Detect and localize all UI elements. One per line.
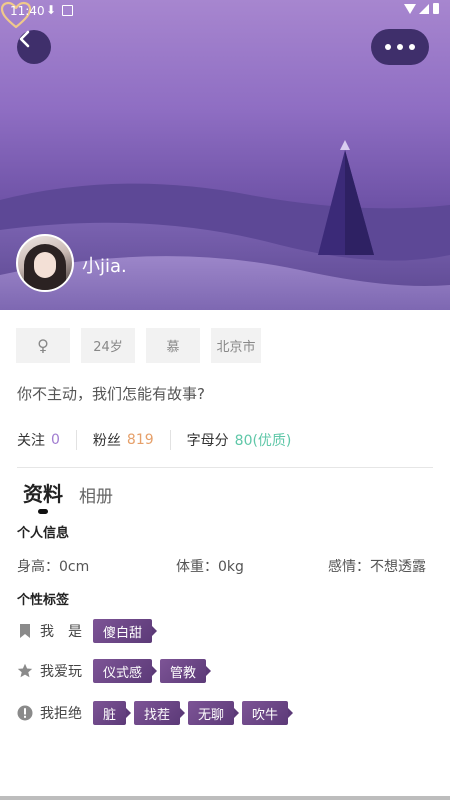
tag-row-i-am: 我 是 傻白甜 [17, 619, 160, 643]
personality-tag: 傻白甜 [93, 619, 158, 643]
tree-illustration [318, 140, 374, 255]
wifi-icon [404, 4, 416, 14]
bottom-edge [0, 796, 450, 800]
gender-chip: ♀ [16, 328, 70, 363]
signal-icon [419, 4, 429, 14]
personality-tag: 仪式感 [93, 659, 158, 683]
relationship-value: 感情：不想透露 [328, 559, 426, 575]
score-value: 80(优质) [234, 433, 292, 449]
notification-icon [62, 5, 73, 16]
back-button[interactable] [17, 30, 51, 64]
follow-label: 关注 [17, 433, 45, 449]
profile-bio: 你不主动，我们怎能有故事? [17, 385, 205, 403]
more-dot-icon [409, 44, 415, 50]
fans-stat[interactable]: 粉丝 819 [93, 430, 154, 450]
tag-row-i-like: 我爱玩 仪式感 管教 [17, 659, 214, 683]
personality-tag: 管教 [160, 659, 212, 683]
basic-info-chips: ♀ 24岁 慕 北京市 [16, 328, 261, 363]
username: 小jia. [82, 256, 127, 277]
score-label: 字母分 [186, 433, 229, 449]
tag-row-i-refuse: 我拒绝 脏 找茬 无聊 吹牛 [17, 701, 296, 725]
stats-bar: 关注 0 粉丝 819 字母分 80(优质) [17, 430, 291, 450]
bookmark-icon [17, 623, 33, 639]
zodiac-chip: 慕 [146, 328, 200, 363]
status-bar: 11:40 ⬇ [0, 0, 450, 22]
personality-tag: 脏 [93, 701, 132, 725]
tab-indicator [38, 509, 48, 514]
section-divider [17, 467, 433, 468]
back-arrow-icon [19, 30, 30, 48]
personality-tag: 无聊 [188, 701, 240, 725]
more-options-button[interactable] [371, 29, 429, 65]
more-dot-icon [397, 44, 403, 50]
follow-stat[interactable]: 关注 0 [17, 430, 60, 450]
tag-row-label: 我拒绝 [40, 706, 82, 722]
personality-tag: 找茬 [134, 701, 186, 725]
alert-icon [17, 705, 33, 721]
more-dot-icon [385, 44, 391, 50]
weight-value: 体重：0kg [176, 559, 244, 575]
stat-divider [75, 430, 77, 450]
city-chip: 北京市 [211, 328, 261, 363]
tag-row-label: 我爱玩 [40, 664, 82, 680]
tab-album[interactable]: 相册 [79, 482, 113, 507]
personal-info-title: 个人信息 [17, 526, 70, 541]
height-value: 身高：0cm [17, 559, 90, 575]
battery-icon [433, 3, 439, 14]
age-chip: 24岁 [81, 328, 135, 363]
tag-row-label: 我 是 [40, 624, 82, 640]
personal-tags-title: 个性标签 [17, 593, 70, 608]
tab-profile[interactable]: 资料 [23, 478, 63, 507]
stat-divider [169, 430, 171, 450]
score-stat: 字母分 80(优质) [187, 430, 292, 450]
follow-value: 0 [51, 432, 60, 448]
status-time: 11:40 [10, 4, 45, 18]
avatar[interactable] [16, 234, 74, 292]
profile-banner: 小jia. [0, 0, 450, 310]
personality-tag: 吹牛 [242, 701, 294, 725]
star-icon [17, 663, 33, 679]
download-icon: ⬇ [46, 3, 57, 17]
fans-value: 819 [126, 432, 154, 448]
fans-label: 粉丝 [92, 433, 121, 449]
